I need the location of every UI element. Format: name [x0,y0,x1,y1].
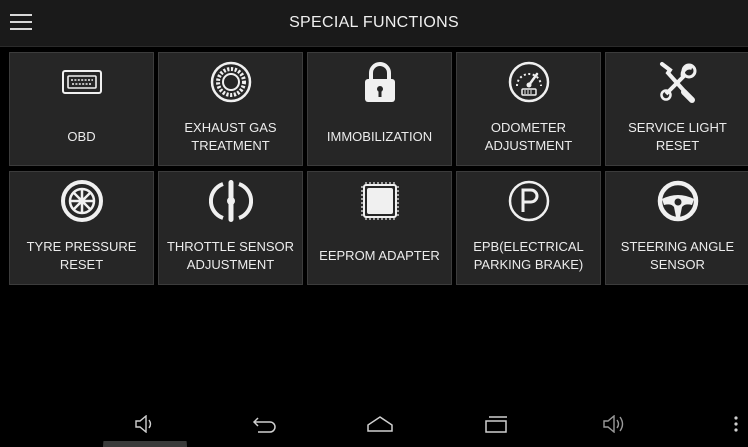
tile-label: TYRE PRESSURE RESET [26,239,137,272]
tile-immobilization[interactable]: IMMOBILIZATION [307,52,452,166]
tile-label: EPB(ELECTRICAL PARKING BRAKE) [473,239,584,272]
tile-obd[interactable]: OBD [9,52,154,166]
recent-apps-icon[interactable] [472,407,522,441]
padlock-icon [308,59,451,105]
tile-epb[interactable]: EPB(ELECTRICAL PARKING BRAKE) [456,171,601,285]
tile-label: STEERING ANGLE SENSOR [620,239,735,272]
tyre-icon [10,178,153,224]
tile-label: ODOMETER ADJUSTMENT [484,120,573,153]
throttle-icon [159,178,302,224]
exhaust-filter-icon [159,59,302,105]
tile-label: EXHAUST GAS TREATMENT [184,120,277,153]
parking-brake-icon [457,178,600,224]
tile-throttle-sensor-adjustment[interactable]: THROTTLE SENSOR ADJUSTMENT [158,171,303,285]
overflow-menu-icon[interactable] [726,407,746,441]
page-title: SPECIAL FUNCTIONS [289,14,459,31]
steering-wheel-icon [606,178,748,224]
tile-tyre-pressure-reset[interactable]: TYRE PRESSURE RESET [9,171,154,285]
tile-steering-angle-sensor[interactable]: STEERING ANGLE SENSOR [605,171,748,285]
tile-odometer-adjustment[interactable]: ODOMETER ADJUSTMENT [456,52,601,166]
system-nav-bar [0,407,748,441]
tile-label: THROTTLE SENSOR ADJUSTMENT [166,239,295,272]
tile-label: IMMOBILIZATION [326,129,433,144]
tile-service-light-reset[interactable]: SERVICE LIGHT RESET [605,52,748,166]
tile-eeprom-adapter[interactable]: EEPROM ADAPTER [307,171,452,285]
tile-label: SERVICE LIGHT RESET [628,120,727,153]
back-icon[interactable] [240,407,290,441]
odometer-icon [457,59,600,105]
obd-connector-icon [10,59,153,105]
top-bar: SPECIAL FUNCTIONS [0,0,748,47]
volume-up-icon[interactable] [590,407,640,441]
chip-icon [308,178,451,224]
volume-down-icon[interactable] [120,407,170,441]
wrench-screwdriver-icon [606,59,748,105]
tile-exhaust-gas-treatment[interactable]: EXHAUST GAS TREATMENT [158,52,303,166]
home-icon[interactable] [355,407,405,441]
tile-label: EEPROM ADAPTER [319,248,440,263]
tile-label: OBD [67,129,96,144]
